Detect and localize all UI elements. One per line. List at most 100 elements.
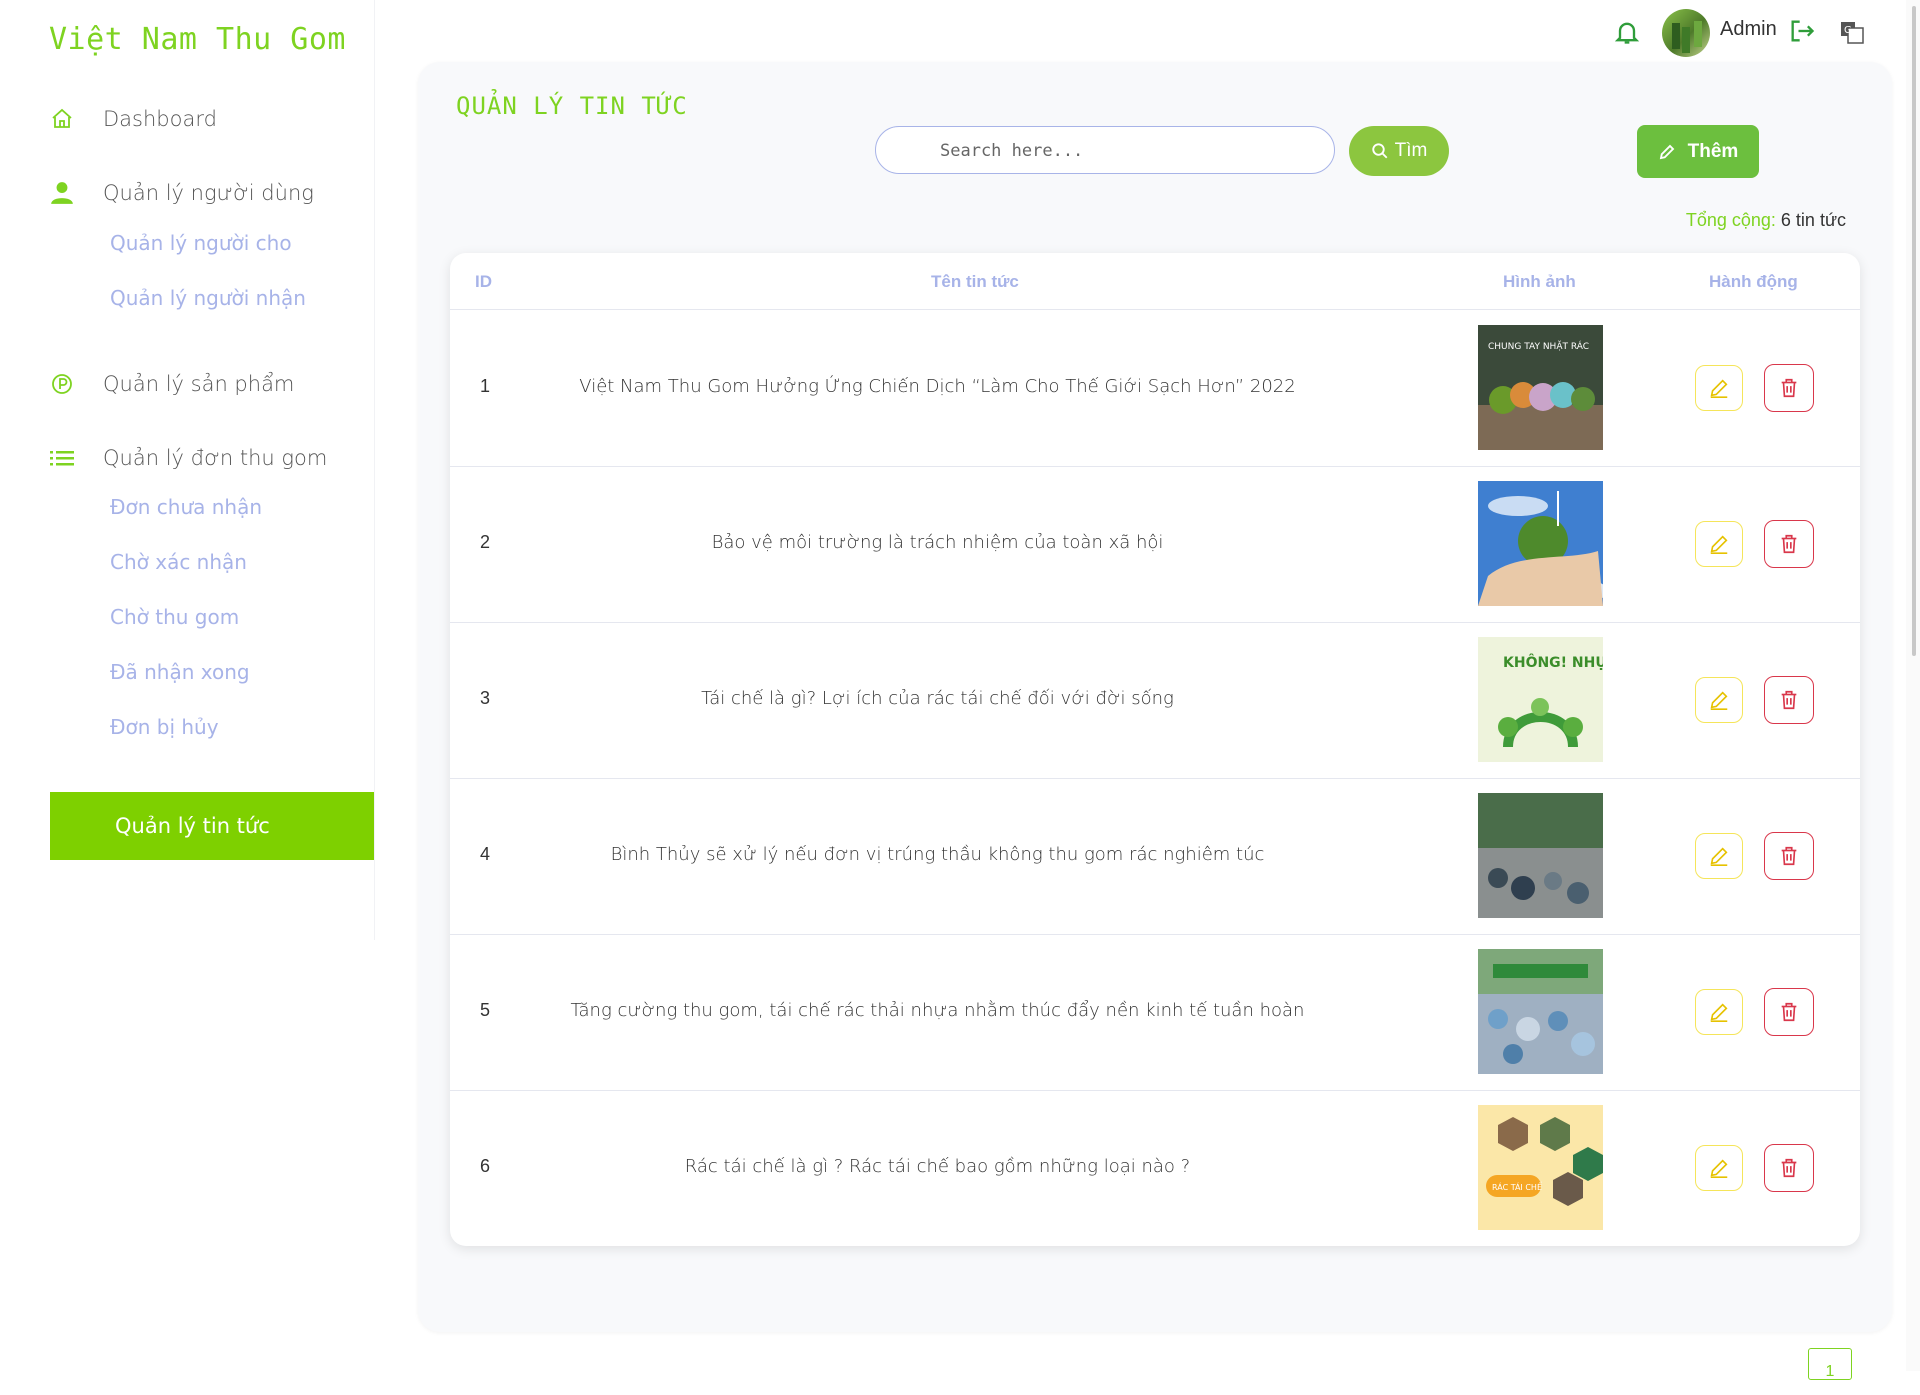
- news-thumbnail[interactable]: CHUNG TAY NHẶT RÁC: [1478, 325, 1603, 450]
- delete-button[interactable]: [1764, 364, 1814, 412]
- column-header-id: ID: [475, 272, 492, 291]
- cell-title: Tái chế là gì? Lợi ích của rác tái chế đ…: [701, 688, 1174, 709]
- news-thumbnail[interactable]: [1478, 481, 1603, 606]
- trash-icon: [1781, 534, 1797, 554]
- sidebar-item-users[interactable]: Quản lý người dùng: [49, 173, 314, 213]
- sidebar: Việt Nam Thu Gom Dashboard Quản lý người…: [0, 0, 375, 940]
- sidebar-item-products[interactable]: Quản lý sản phẩm: [49, 364, 294, 404]
- delete-button[interactable]: [1764, 520, 1814, 568]
- trash-icon: [1781, 1158, 1797, 1178]
- news-thumbnail[interactable]: RÁC TÁI CHẾ: [1478, 1105, 1603, 1230]
- sidebar-subitem-receivers[interactable]: Quản lý người nhận: [110, 286, 306, 310]
- cell-title: Bình Thủy sẽ xử lý nếu đơn vị trúng thầu…: [610, 844, 1265, 865]
- search-input[interactable]: [938, 127, 1322, 175]
- edit-button[interactable]: [1695, 677, 1743, 723]
- sidebar-item-dashboard[interactable]: Dashboard: [49, 99, 217, 139]
- translate-icon[interactable]: G: [1840, 20, 1864, 44]
- sidebar-item-label: Quản lý sản phẩm: [103, 372, 295, 396]
- table-row: 4 Bình Thủy sẽ xử lý nếu đơn vị trúng th…: [450, 778, 1860, 935]
- edit-button[interactable]: [1695, 989, 1743, 1035]
- user-icon: [49, 180, 75, 206]
- delete-button[interactable]: [1764, 676, 1814, 724]
- cell-id: 4: [480, 844, 491, 864]
- trash-icon: [1781, 378, 1797, 398]
- logout-icon[interactable]: [1788, 17, 1816, 45]
- thumbnail-caption: CHUNG TAY NHẶT RÁC: [1488, 340, 1589, 352]
- delete-button[interactable]: [1764, 832, 1814, 880]
- news-table: ID Tên tin tức Hình ảnh Hành động 1 Việt…: [450, 253, 1860, 1246]
- table-row: 3 Tái chế là gì? Lợi ích của rác tái chế…: [450, 622, 1860, 779]
- column-header-actions: Hành động: [1709, 272, 1798, 291]
- user-name[interactable]: Admin: [1720, 18, 1777, 41]
- table-header: ID Tên tin tức Hình ảnh Hành động: [450, 253, 1860, 310]
- cell-title: Việt Nam Thu Gom Hưởng Ứng Chiến Dịch “L…: [579, 376, 1296, 397]
- pencil-icon: [1710, 691, 1728, 710]
- cell-title: Bảo vệ môi trường là trách nhiệm của toà…: [711, 532, 1164, 553]
- add-news-button[interactable]: Thêm: [1637, 125, 1759, 178]
- pencil-icon: [1659, 144, 1674, 159]
- cell-title: Tăng cường thu gom, tái chế rác thải nhự…: [570, 1000, 1305, 1021]
- sidebar-subitem-unreceived[interactable]: Đơn chưa nhận: [110, 495, 262, 519]
- product-icon: [49, 371, 75, 397]
- sidebar-item-label: Quản lý tin tức: [115, 814, 270, 838]
- scrollbar-thumb[interactable]: [1912, 6, 1916, 656]
- sidebar-item-label: Quản lý người dùng: [103, 181, 314, 205]
- pencil-icon: [1710, 379, 1728, 398]
- column-header-image: Hình ảnh: [1503, 272, 1576, 291]
- news-thumbnail[interactable]: KHÔNG! NHỰA: [1478, 637, 1603, 762]
- home-icon: [49, 106, 75, 132]
- total-count: Tổng cộng: 6 tin tức: [1686, 210, 1846, 231]
- total-value: 6 tin tức: [1780, 210, 1846, 230]
- table-row: 5 Tăng cường thu gom, tái chế rác thải n…: [450, 934, 1860, 1091]
- sidebar-subitem-donors[interactable]: Quản lý người cho: [110, 231, 292, 255]
- cell-id: 3: [480, 688, 491, 708]
- column-header-title: Tên tin tức: [931, 272, 1019, 291]
- sidebar-subitem-completed[interactable]: Đã nhận xong: [110, 660, 250, 684]
- sidebar-subitem-cancelled[interactable]: Đơn bị hủy: [110, 715, 219, 739]
- trash-icon: [1781, 846, 1797, 866]
- svg-text:G: G: [1844, 25, 1852, 36]
- cell-title: Rác tái chế là gì ? Rác tái chế bao gồm …: [684, 1156, 1191, 1177]
- news-thumbnail[interactable]: [1478, 949, 1603, 1074]
- list-icon: [49, 445, 75, 471]
- search-icon: [1371, 143, 1388, 159]
- delete-button[interactable]: [1764, 988, 1814, 1036]
- cell-id: 5: [480, 1000, 491, 1020]
- edit-button[interactable]: [1695, 833, 1743, 879]
- page-title: QUẢN LÝ TIN TỨC: [456, 92, 688, 120]
- pencil-icon: [1710, 847, 1728, 866]
- search-box[interactable]: [875, 126, 1335, 175]
- pencil-icon: [1710, 1003, 1728, 1022]
- table-row: 1 Việt Nam Thu Gom Hưởng Ứng Chiến Dịch …: [450, 310, 1860, 467]
- sidebar-item-label: Dashboard: [103, 107, 217, 131]
- edit-button[interactable]: [1695, 365, 1743, 411]
- add-button-label: Thêm: [1687, 140, 1739, 162]
- trash-icon: [1781, 690, 1797, 710]
- pagination-page[interactable]: 1: [1808, 1348, 1852, 1380]
- search-button-label: Tìm: [1394, 140, 1428, 161]
- cell-id: 6: [480, 1156, 491, 1176]
- cell-id: 2: [480, 532, 491, 552]
- avatar[interactable]: [1662, 9, 1710, 57]
- bell-icon[interactable]: [1613, 18, 1641, 46]
- sidebar-item-news[interactable]: Quản lý tin tức: [50, 792, 374, 860]
- delete-button[interactable]: [1764, 1144, 1814, 1192]
- news-thumbnail[interactable]: [1478, 793, 1603, 918]
- total-label: Tổng cộng:: [1685, 210, 1776, 230]
- sidebar-item-orders[interactable]: Quản lý đơn thu gom: [49, 438, 327, 478]
- edit-button[interactable]: [1695, 521, 1743, 567]
- pencil-icon: [1710, 535, 1728, 554]
- scrollbar[interactable]: [1906, 0, 1920, 1371]
- thumbnail-caption: KHÔNG! NHỰA: [1503, 653, 1603, 671]
- brand-logo[interactable]: Việt Nam Thu Gom: [49, 22, 346, 57]
- sidebar-subitem-awaiting-confirm[interactable]: Chờ xác nhận: [110, 550, 247, 574]
- trash-icon: [1781, 1002, 1797, 1022]
- table-row: 2 Bảo vệ môi trường là trách nhiệm của t…: [450, 466, 1860, 623]
- sidebar-item-label: Quản lý đơn thu gom: [103, 446, 328, 470]
- pencil-icon: [1710, 1159, 1728, 1178]
- cell-id: 1: [480, 376, 491, 396]
- table-row: 6 Rác tái chế là gì ? Rác tái chế bao gồ…: [450, 1090, 1860, 1246]
- sidebar-subitem-awaiting-pickup[interactable]: Chờ thu gom: [110, 605, 239, 629]
- search-button[interactable]: Tìm: [1349, 126, 1449, 176]
- edit-button[interactable]: [1695, 1145, 1743, 1191]
